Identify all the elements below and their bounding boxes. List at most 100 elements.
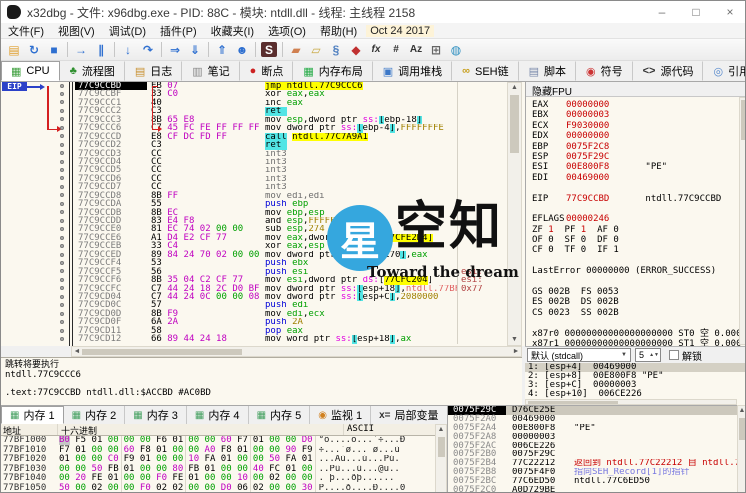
minimize-button[interactable]: –	[645, 1, 679, 23]
breakpoint-dot[interactable]	[60, 201, 64, 206]
dump-scroll-thumb[interactable]	[438, 437, 445, 457]
menu-item-v[interactable]: 视图(V)	[51, 23, 102, 39]
hide-fpu-button[interactable]: 隐藏FPU	[526, 82, 745, 98]
register-value[interactable]: 0075F2C8	[566, 142, 609, 152]
attach-icon[interactable]: ☻	[232, 41, 252, 59]
tab-memory-map[interactable]: ▦ 内存布局	[293, 61, 373, 81]
register-line[interactable]: EAX 00000000	[532, 100, 745, 110]
scroll-right-arrow[interactable]: ►	[512, 348, 520, 356]
flag-value[interactable]: 002B	[548, 287, 581, 297]
disasm-hscroll-thumb[interactable]	[82, 349, 242, 355]
breakpoint-dot[interactable]	[60, 91, 64, 96]
az-icon[interactable]: Az	[406, 41, 426, 59]
breakpoint-dot[interactable]	[60, 168, 64, 172]
disasm-vscroll-thumb[interactable]	[510, 95, 519, 153]
ribbon-icon[interactable]: ◆	[346, 41, 366, 59]
menu-item-h[interactable]: 帮助(H)	[313, 23, 364, 39]
flag-value[interactable]: 002B	[597, 297, 630, 307]
patches-icon[interactable]: ▱	[306, 41, 326, 59]
breakpoint-dot[interactable]	[60, 184, 64, 189]
tab-watch[interactable]: ◉ 监视 1	[310, 406, 372, 424]
registers-scrollbar[interactable]	[739, 97, 745, 345]
register-value[interactable]: 77C9CCBD	[566, 194, 640, 204]
breakpoint-dot[interactable]	[60, 218, 64, 223]
spinner-arrows-icon[interactable]: ▲▼	[649, 352, 660, 358]
menu-item-i[interactable]: 收藏夹(I)	[204, 23, 261, 39]
paperclip-icon[interactable]: §	[326, 41, 346, 59]
calling-convention-select[interactable]: 默认 (stdcall) ▼	[527, 348, 631, 362]
run-to-user-code-icon[interactable]: ⇑	[212, 41, 232, 59]
register-value[interactable]: 0075F29C	[566, 152, 609, 162]
tab-symbols[interactable]: ◉ 符号	[576, 61, 633, 81]
dump-tab-2[interactable]: ▦ 内存 2	[64, 406, 126, 424]
dump-row[interactable]: 77BF1050 50 00 02 00 00 F0 02 02 00 00 D0 0…	[1, 483, 435, 492]
tab-references[interactable]: ◎ 引用	[703, 61, 745, 81]
flag-value[interactable]: 0	[581, 235, 597, 245]
argument-row[interactable]: 4: [esp+10] 006CE226	[525, 390, 745, 399]
unlock-checkbox[interactable]	[669, 350, 679, 360]
breakpoint-dot[interactable]	[60, 108, 64, 113]
breakpoint-dot[interactable]	[60, 142, 64, 147]
flag-value[interactable]: 0	[548, 245, 564, 255]
close-button[interactable]: ×	[713, 1, 745, 23]
tab-call-stack[interactable]: ▣ 调用堆栈	[373, 61, 453, 81]
scroll-down-arrow[interactable]: ▼	[508, 336, 521, 344]
breakpoint-dot[interactable]	[60, 328, 64, 333]
register-line[interactable]: EBP 0075F2C8	[532, 142, 745, 152]
dump-tab-3[interactable]: ▦ 内存 3	[125, 406, 187, 424]
stack-vscrollbar[interactable]: ▲	[737, 405, 745, 492]
register-value[interactable]: 00000000	[566, 131, 609, 141]
breakpoint-dot[interactable]	[60, 294, 64, 299]
tab-log[interactable]: ▤ 日志	[125, 61, 183, 81]
stack-pane[interactable]: 0075F29C D76CE25E 0075F2A0 00469000 0075F2A4…	[447, 405, 745, 492]
register-value[interactable]: 00000003	[566, 110, 609, 120]
flag-value[interactable]: 0	[581, 245, 597, 255]
tab-graph[interactable]: ♣ 流程图	[60, 61, 125, 81]
flag-value[interactable]: 0	[548, 235, 564, 245]
dump-scroll-up-arrow[interactable]: ▲	[436, 426, 446, 434]
tab-locals[interactable]: x= 局部变量	[371, 406, 447, 424]
seh-chain-icon[interactable]: S	[261, 42, 277, 57]
run-icon[interactable]: →	[71, 41, 91, 59]
register-value[interactable]: F9030000	[566, 121, 609, 131]
scroll-left-arrow[interactable]: ◄	[73, 348, 81, 356]
tab-seh[interactable]: ∞ SEH链	[452, 61, 519, 81]
menu-item-p[interactable]: 插件(P)	[153, 23, 204, 39]
breakpoint-dot[interactable]	[60, 252, 64, 257]
registers-scroll-thumb[interactable]	[741, 100, 745, 140]
stack-scroll-thumb[interactable]	[739, 418, 745, 440]
menu-item-f[interactable]: 文件(F)	[1, 23, 51, 39]
stop-icon[interactable]: ■	[44, 41, 64, 59]
argument-depth-spinner[interactable]: 5 ▲▼	[635, 348, 661, 362]
breakpoint-dot[interactable]	[60, 125, 64, 130]
register-line[interactable]: EDI 00469000	[532, 173, 745, 183]
breakpoint-dot[interactable]	[60, 337, 64, 341]
flag-value[interactable]: 1	[613, 245, 629, 255]
register-value[interactable]: 00000246	[566, 214, 609, 224]
tab-script[interactable]: ▤ 脚本	[519, 61, 577, 81]
restart-icon[interactable]: ↻	[24, 41, 44, 59]
register-value[interactable]: 00000000	[566, 100, 609, 110]
disasm-row[interactable]: 77C9CD12 66 89 44 24 18 mov word ptr ss:[e…	[1, 334, 525, 344]
register-line[interactable]: EIP 77C9CCBD ntdll.77C9CCBD	[532, 194, 745, 204]
breakpoint-dot[interactable]	[60, 260, 64, 265]
patch-icon[interactable]: ▰	[286, 41, 306, 59]
dump-vscrollbar[interactable]: ▲	[435, 424, 447, 492]
register-line[interactable]: EDX 00000000	[532, 131, 745, 141]
scroll-up-arrow[interactable]: ▲	[508, 84, 521, 92]
register-line[interactable]: EFLAGS 00000246	[532, 214, 745, 224]
register-line[interactable]: ESI 00E800F8 "PE"	[532, 162, 745, 172]
tab-source[interactable]: <> 源代码	[633, 61, 704, 81]
menu-item-o[interactable]: 选项(O)	[261, 23, 313, 39]
flag-value[interactable]: 0	[613, 235, 629, 245]
register-value[interactable]: 00E800F8	[566, 162, 640, 172]
disassembly-pane[interactable]: 77C9CCBDEB 07jmp ntdll.77C9CCC677C9CCBF3…	[1, 82, 525, 346]
tab-cpu[interactable]: ▦ CPU	[1, 61, 60, 81]
pause-icon[interactable]: ∥	[91, 41, 111, 59]
stack-scroll-up-arrow[interactable]: ▲	[738, 407, 745, 415]
globe-icon[interactable]: ◍	[446, 41, 466, 59]
flag-value[interactable]: 1	[548, 225, 564, 235]
execute-till-return-icon[interactable]: ⇒	[165, 41, 185, 59]
flag-value[interactable]: 002B	[597, 308, 630, 318]
flag-value[interactable]: 0053	[597, 287, 630, 297]
